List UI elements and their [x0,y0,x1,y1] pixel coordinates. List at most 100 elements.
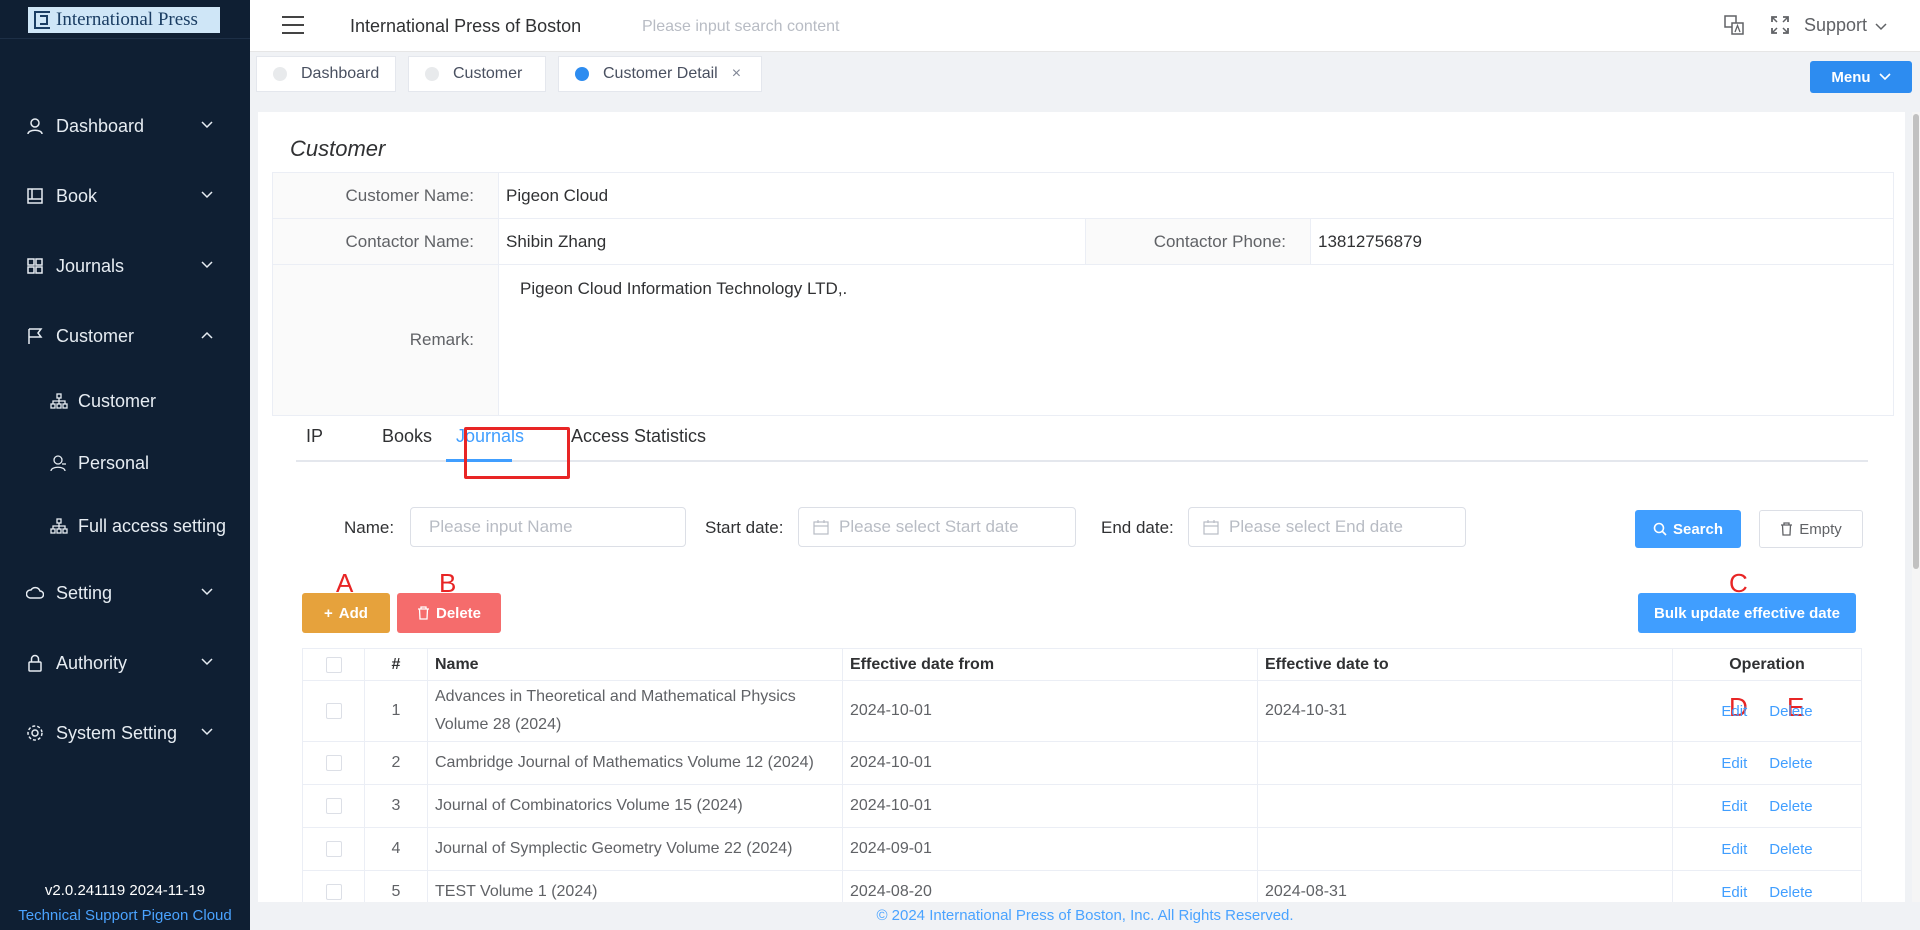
sidebar-item-customer[interactable]: Customer [0,311,250,361]
row-to: 2024-10-31 [1258,681,1673,741]
remark-label: Remark: [273,265,499,415]
edit-link[interactable]: Edit [1721,884,1747,901]
row-operation: Edit Delete [1673,742,1861,784]
name-filter-label: Name: [344,518,395,537]
table-row: 4 Journal of Symplectic Geometry Volume … [303,828,1861,871]
header-num: # [365,649,428,680]
row-operation: Edit Delete [1673,828,1861,870]
sidebar-item-book[interactable]: Book [0,171,250,221]
tab-books[interactable]: Books [382,426,432,447]
delete-link[interactable]: Delete [1769,841,1812,858]
divider [0,38,250,39]
row-checkbox[interactable] [325,841,342,857]
sidebar-item-authority[interactable]: Authority [0,638,250,688]
sidebar-subitem-full-access-setting[interactable]: Full access setting [0,501,250,551]
row-from: 2024-09-01 [843,828,1258,870]
end-date-placeholder: Please select End date [1229,517,1403,536]
delete-button-label: Delete [435,604,482,622]
active-tab-indicator [446,459,512,462]
sidebar-item-label: Journals [56,255,125,276]
detail-tabs: IP Books Journals Access Statistics [296,418,1868,462]
row-checkbox[interactable] [325,884,342,900]
row-checkbox-cell [303,681,365,741]
bulk-delete-button[interactable]: Delete [397,593,501,633]
start-date-placeholder: Please select Start date [839,517,1019,536]
tech-support-link[interactable]: Technical Support Pigeon Cloud [0,907,250,924]
tab-journals[interactable]: Journals [456,426,524,447]
top-header: International Press of Boston Support [250,0,1920,52]
row-checkbox-cell [303,785,365,827]
row-checkbox[interactable] [325,755,342,771]
tab-customer[interactable]: Customer [408,56,546,92]
start-date-picker[interactable]: Please select Start date [798,507,1076,547]
calendar-icon [813,520,829,535]
fullscreen-icon[interactable] [1768,13,1792,37]
delete-link[interactable]: Delete [1769,703,1812,720]
delete-link[interactable]: Delete [1769,755,1812,772]
translate-icon[interactable] [1722,13,1746,37]
row-name: Journal of Combinatorics Volume 15 (2024… [428,785,843,827]
sidebar-item-dashboard[interactable]: Dashboard [0,101,250,151]
header-name: Name [428,649,843,680]
logo-text: International Press [56,9,198,30]
row-checkbox-cell [303,828,365,870]
tab-ip[interactable]: IP [306,426,323,447]
sidebar-subitem-customer[interactable]: Customer [0,376,250,426]
name-filter-input[interactable] [410,507,686,547]
row-to [1258,828,1673,870]
chevron-down-icon [1875,15,1887,36]
sidebar-item-journals[interactable]: Journals [0,241,250,291]
menu-button[interactable]: Menu [1810,61,1912,93]
sidebar: International Press Dashboard Book Journ… [0,0,250,930]
bulk-update-label: Bulk update effective date [1654,604,1840,622]
row-checkbox[interactable] [325,798,342,814]
edit-link[interactable]: Edit [1721,841,1747,858]
tab-access-statistics[interactable]: Access Statistics [571,426,706,447]
sidebar-item-label: Authority [56,652,128,673]
select-all-checkbox[interactable] [325,656,342,673]
page-scrollbar[interactable] [1912,112,1920,902]
edit-link[interactable]: Edit [1721,755,1747,772]
scrollbar-thumb[interactable] [1913,114,1919,569]
row-checkbox[interactable] [325,703,342,719]
empty-button[interactable]: Empty [1759,510,1863,548]
sidebar-item-label: Setting [56,582,113,603]
support-dropdown[interactable]: Support [1804,15,1887,36]
tags-view-bar: Dashboard Customer Customer Detail × Men… [250,52,1920,98]
main-content: Customer Customer Name: Pigeon Cloud Con… [258,112,1905,915]
header-to: Effective date to [1258,649,1673,680]
add-button[interactable]: + Add [302,593,390,633]
global-search-input[interactable] [642,12,1002,42]
row-from: 2024-10-01 [843,681,1258,741]
chevron-down-icon [1879,73,1891,81]
cloud-gear-icon [24,582,46,604]
search-button[interactable]: Search [1635,510,1741,548]
tab-customer-detail[interactable]: Customer Detail × [558,56,762,92]
empty-button-label: Empty [1799,520,1842,538]
edit-link[interactable]: Edit [1721,798,1747,815]
tab-label: Customer [453,65,523,82]
edit-link[interactable]: Edit [1721,703,1747,720]
row-from: 2024-10-01 [843,742,1258,784]
end-date-picker[interactable]: Please select End date [1188,507,1466,547]
close-icon[interactable]: × [732,65,741,83]
hamburger-icon[interactable] [282,16,304,34]
tab-dot-icon [273,67,287,81]
org-chart-icon [48,390,70,412]
support-label: Support [1804,15,1868,35]
sidebar-subitem-label: Full access setting [78,515,227,536]
logo[interactable]: International Press [28,7,220,33]
tab-dashboard[interactable]: Dashboard [256,56,396,92]
delete-link[interactable]: Delete [1769,884,1812,901]
sidebar-item-system-setting[interactable]: System Setting [0,708,250,758]
sidebar-item-setting[interactable]: Setting [0,568,250,618]
delete-link[interactable]: Delete [1769,798,1812,815]
bulk-update-date-button[interactable]: Bulk update effective date [1638,593,1856,633]
remark-textarea[interactable]: Pigeon Cloud Information Technology LTD,… [513,265,1893,415]
lock-icon [24,652,46,674]
logo-mark-icon [34,11,50,29]
footer-copyright: © 2024 International Press of Boston, In… [250,902,1920,930]
customer-name-label: Customer Name: [273,173,499,218]
sidebar-subitem-personal[interactable]: Personal [0,438,250,488]
row-num: 2 [365,742,428,784]
